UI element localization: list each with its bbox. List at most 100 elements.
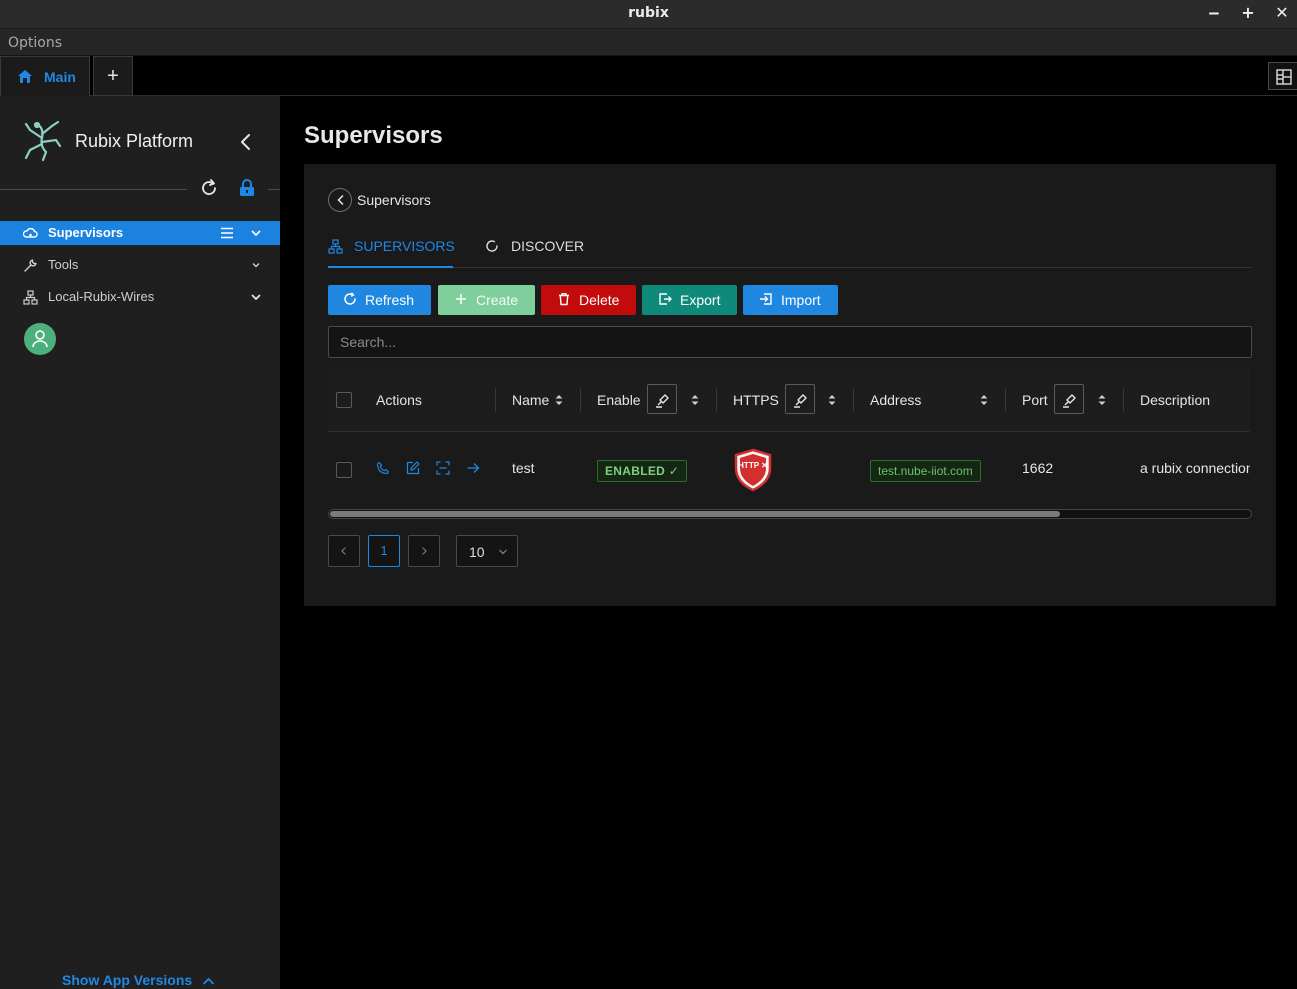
show-app-versions-link[interactable]: Show App Versions: [62, 972, 215, 988]
sort-icon[interactable]: [979, 392, 989, 408]
network-icon: [23, 290, 38, 305]
network-icon: [328, 239, 343, 254]
delete-button[interactable]: Delete: [541, 285, 636, 315]
filter-icon: [1063, 394, 1076, 408]
row-port: 1662: [1022, 460, 1054, 476]
tab-main-label: Main: [44, 69, 76, 85]
row-name: test: [512, 460, 535, 476]
plus-icon: [456, 294, 466, 304]
collapse-sidebar-icon[interactable]: [236, 132, 256, 152]
create-button[interactable]: Create: [438, 285, 535, 315]
lock-icon[interactable]: [238, 179, 256, 197]
cloud-server-icon: [23, 227, 38, 238]
show-app-versions-label: Show App Versions: [62, 972, 193, 988]
page-number-button[interactable]: 1: [368, 535, 400, 567]
close-button[interactable]: ✕: [1272, 4, 1292, 24]
layout-toggle-button[interactable]: [1268, 62, 1297, 90]
import-label: Import: [781, 292, 821, 308]
breadcrumb: Supervisors: [357, 192, 431, 208]
enable-filter-button[interactable]: [647, 384, 677, 414]
column-enable[interactable]: Enable: [597, 392, 641, 408]
chevron-down-icon[interactable]: [250, 291, 262, 303]
sidebar-item-local-rubix-wires[interactable]: Local-Rubix-Wires: [0, 285, 280, 309]
address-tag[interactable]: test.nube-iiot.com: [870, 460, 981, 482]
export-label: Export: [680, 292, 721, 308]
menu-options[interactable]: Options: [8, 35, 62, 51]
refresh-icon: [344, 292, 356, 305]
arrow-right-icon[interactable]: [466, 461, 480, 475]
export-icon: [659, 293, 672, 305]
tab-supervisors[interactable]: SUPERVISORS: [328, 236, 455, 268]
scrollbar-thumb[interactable]: [330, 511, 1060, 517]
horizontal-scrollbar[interactable]: [328, 509, 1252, 519]
page-title: Supervisors: [304, 122, 443, 149]
edit-icon[interactable]: [406, 461, 420, 475]
import-button[interactable]: Import: [743, 285, 838, 315]
create-label: Create: [476, 292, 519, 308]
wrench-icon: [24, 259, 37, 272]
menu-lines-icon[interactable]: [220, 226, 234, 240]
avatar[interactable]: [24, 323, 56, 355]
column-name[interactable]: Name: [512, 392, 549, 408]
chevron-right-icon: [422, 547, 427, 555]
scan-icon[interactable]: [436, 461, 450, 475]
sync-icon: [486, 240, 498, 252]
sidebar-item-supervisors[interactable]: Supervisors: [0, 221, 280, 245]
row-checkbox[interactable]: [336, 462, 352, 478]
enabled-tag: ENABLED ✓: [597, 460, 688, 482]
add-tab-button[interactable]: +: [93, 56, 133, 96]
window-titlebar: rubix ‒ + ✕: [0, 0, 1297, 29]
sidebar-item-label: Local-Rubix-Wires: [48, 289, 155, 304]
https-filter-button[interactable]: [785, 384, 815, 414]
window-title: rubix: [628, 5, 669, 21]
prev-page-button[interactable]: [328, 535, 360, 567]
chevron-down-icon: [499, 549, 507, 555]
tabs-divider: [328, 267, 1252, 268]
row-description: a rubix connection: [1140, 460, 1250, 476]
sort-icon[interactable]: [690, 392, 700, 408]
select-all-checkbox[interactable]: [336, 392, 352, 408]
search-input[interactable]: [328, 326, 1252, 358]
sidebar-item-label: Tools: [48, 257, 79, 272]
supervisors-card: Supervisors SUPERVISORS DISCOVER Refresh…: [304, 164, 1276, 606]
page-size-select[interactable]: 10: [456, 535, 518, 567]
refresh-button[interactable]: Refresh: [328, 285, 431, 315]
sidebar: Rubix Platform Supervisors Tools Local-R…: [0, 96, 280, 989]
column-address[interactable]: Address: [870, 392, 921, 408]
column-separator: [716, 388, 717, 412]
brand-title: Rubix Platform: [75, 131, 194, 151]
chevron-left-icon: [337, 194, 344, 206]
table-row: test ENABLED ✓ HTTP ✕ test.nube-iiot.com…: [328, 432, 1250, 508]
tab-discover[interactable]: DISCOVER: [484, 236, 594, 268]
chevron-up-icon: [202, 977, 215, 985]
tab-main[interactable]: Main: [0, 56, 90, 96]
sort-icon[interactable]: [554, 392, 564, 408]
user-icon: [32, 330, 48, 348]
column-description: Description: [1140, 392, 1211, 408]
port-filter-button[interactable]: [1054, 384, 1084, 414]
back-button[interactable]: [328, 188, 352, 212]
table-header: Actions Name Enable HTTPS Address Port D…: [328, 368, 1250, 432]
chevron-down-icon[interactable]: [250, 259, 262, 271]
column-separator: [495, 388, 496, 412]
layout-icon: [1276, 69, 1292, 85]
chevron-down-icon[interactable]: [250, 227, 262, 239]
sidebar-divider-right: [268, 189, 280, 190]
sort-icon[interactable]: [827, 392, 837, 408]
sidebar-item-tools[interactable]: Tools: [0, 253, 280, 277]
next-page-button[interactable]: [408, 535, 440, 567]
tab-strip: Main +: [0, 56, 1297, 96]
refresh-icon[interactable]: [199, 178, 219, 198]
refresh-label: Refresh: [365, 292, 415, 308]
page-size-value: 10: [469, 544, 485, 560]
export-button[interactable]: Export: [642, 285, 737, 315]
phone-icon[interactable]: [376, 461, 390, 475]
minimize-button[interactable]: ‒: [1204, 4, 1224, 24]
frog-logo-icon: [24, 120, 62, 162]
column-https[interactable]: HTTPS: [733, 392, 779, 408]
column-port[interactable]: Port: [1022, 392, 1048, 408]
sort-icon[interactable]: [1097, 392, 1107, 408]
filter-icon: [656, 394, 669, 408]
maximize-button[interactable]: +: [1238, 4, 1258, 24]
http-text: HTTP ✕: [738, 461, 768, 470]
